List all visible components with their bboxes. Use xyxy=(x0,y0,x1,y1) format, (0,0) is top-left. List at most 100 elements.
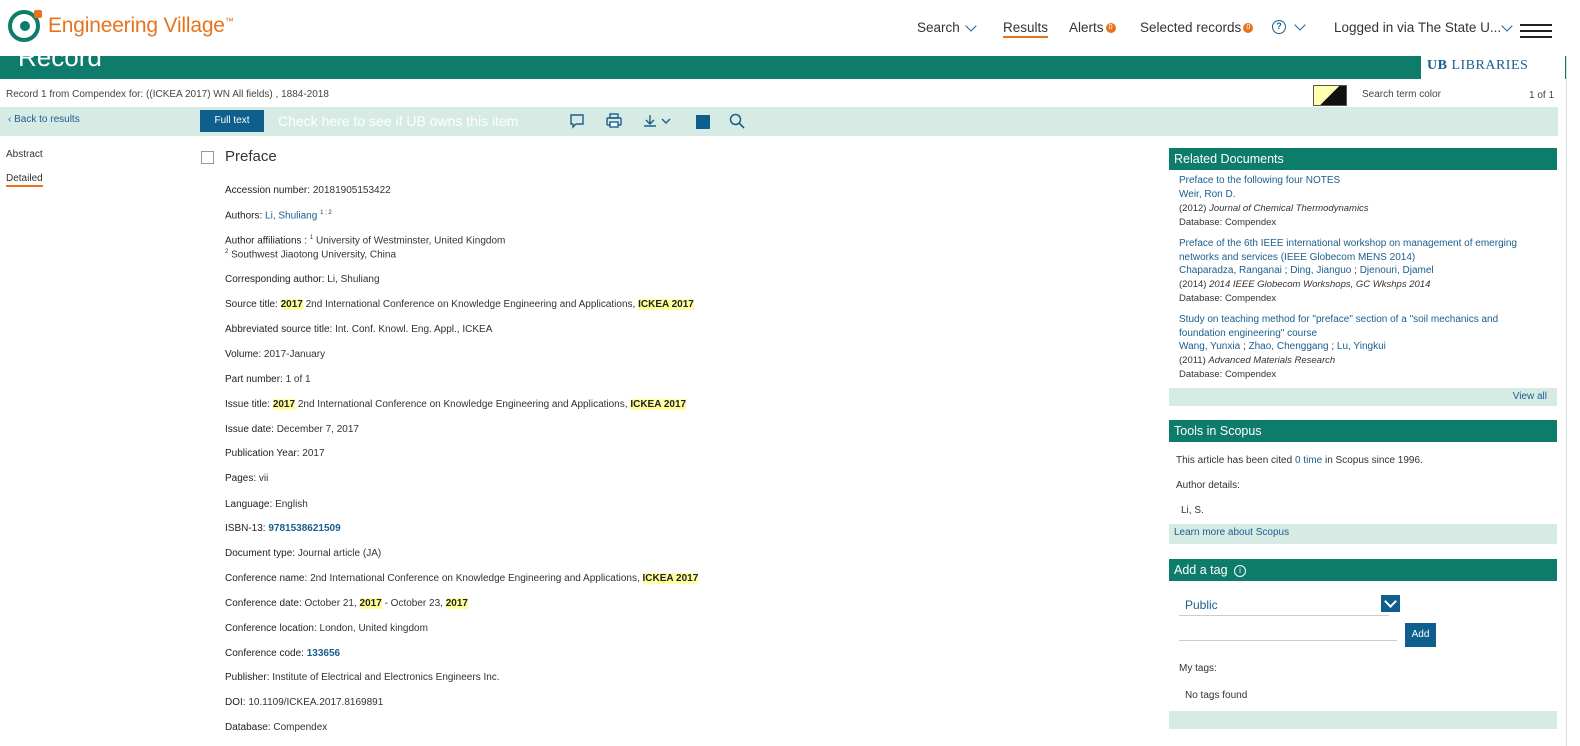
nav-selected-records[interactable]: Selected records 0 xyxy=(1140,20,1254,35)
conference-code-link[interactable]: 133656 xyxy=(307,648,340,659)
related-doc-authors: Chaparadza, Ranganai ; Ding, Jianguo ; D… xyxy=(1179,265,1434,276)
related-doc-author[interactable]: Zhao, Chenggang xyxy=(1249,341,1329,352)
record-info: Record 1 from Compendex for: ((ICKEA 201… xyxy=(6,89,329,100)
full-text-button[interactable]: Full text xyxy=(200,110,264,132)
nav-help[interactable]: ? xyxy=(1272,19,1306,34)
conference-code-field: Conference code: 133656 xyxy=(225,648,341,659)
menu-icon[interactable] xyxy=(1520,24,1552,38)
nav-logged-in[interactable]: Logged in via The State U... xyxy=(1334,19,1513,35)
print-icon[interactable] xyxy=(605,112,623,130)
isbn-field: ISBN-13: 9781538621509 xyxy=(225,523,341,534)
record-pager: 1 of 1 xyxy=(1529,90,1555,101)
engineering-village-logo[interactable]: Engineering Village™ xyxy=(8,10,234,42)
publisher-field: Publisher: Institute of Electrical and E… xyxy=(225,672,500,683)
publication-year-field: Publication Year: 2017 xyxy=(225,448,325,459)
related-doc-database: Database: Compendex xyxy=(1179,217,1277,228)
related-documents-footer: View all xyxy=(1169,388,1557,406)
record-toolbar: ‹ Back to results Full text Check here t… xyxy=(0,107,1558,136)
logged-in-label: Logged in via The State U... xyxy=(1334,20,1502,35)
logo-icon xyxy=(8,10,42,42)
doi-field: DOI: 10.1109/ICKEA.2017.8169891 xyxy=(225,697,384,708)
chevron-down-icon xyxy=(1294,19,1306,31)
related-doc-author[interactable]: Lu, Yingkui xyxy=(1337,341,1386,352)
related-doc-author[interactable]: Wang, Yunxia xyxy=(1179,341,1240,352)
tag-footer xyxy=(1169,711,1557,729)
help-icon: ? xyxy=(1272,20,1286,34)
conference-location-field: Conference location: London, United king… xyxy=(225,623,428,634)
save-to-folder-icon[interactable] xyxy=(694,112,712,130)
nav-alerts[interactable]: Alerts 0 xyxy=(1069,20,1116,35)
top-header: Engineering Village™ Search Results Aler… xyxy=(0,0,1580,56)
cited-text: This article has been cited 0 time in Sc… xyxy=(1176,455,1423,466)
pages-field: Pages: vii xyxy=(225,473,269,484)
my-tags-label: My tags: xyxy=(1179,663,1217,674)
related-documents-heading: Related Documents xyxy=(1169,148,1557,170)
nav-search[interactable]: Search xyxy=(917,19,977,35)
related-documents-panel: Related Documents Preface to the followi… xyxy=(1169,148,1557,406)
nav-results-label: Results xyxy=(1003,20,1049,35)
select-record-checkbox[interactable] xyxy=(201,151,214,164)
related-doc-title[interactable]: Study on teaching method for "preface" s… xyxy=(1179,313,1498,327)
ub-libraries-text: LIBRARIES xyxy=(1451,58,1529,73)
cited-count-link[interactable]: 0 time xyxy=(1295,455,1322,466)
issue-title-field: Issue title: 2017 2nd International Conf… xyxy=(225,399,687,410)
scopus-footer: Learn more about Scopus xyxy=(1169,524,1557,544)
conference-name-field: Conference name: 2nd International Confe… xyxy=(225,573,699,584)
record-band: Record UB LIBRARIES xyxy=(0,56,1566,79)
sidebar-item-detailed[interactable]: Detailed xyxy=(6,173,43,187)
view-all-link[interactable]: View all xyxy=(1513,391,1547,402)
related-doc-title[interactable]: Preface of the 6th IEEE international wo… xyxy=(1179,237,1517,251)
scopus-author-link[interactable]: Li, S. xyxy=(1181,505,1204,516)
nav-selected-label: Selected records xyxy=(1140,20,1242,35)
chevron-down-icon[interactable] xyxy=(1381,595,1400,612)
related-doc-authors: Wang, Yunxia ; Zhao, Chenggang ; Lu, Yin… xyxy=(1179,341,1386,352)
add-tag-button[interactable]: Add xyxy=(1405,623,1436,647)
scopus-panel: Tools in Scopus This article has been ci… xyxy=(1169,420,1557,544)
author-link[interactable]: Li, xyxy=(265,210,276,221)
search-icon[interactable] xyxy=(728,112,746,130)
related-doc-author[interactable]: Chaparadza, Ranganai xyxy=(1179,265,1282,276)
corresponding-author-field: Corresponding author: Li, Shuliang xyxy=(225,274,380,285)
tag-visibility-select[interactable]: Public xyxy=(1179,595,1389,616)
search-term-color-swatch[interactable] xyxy=(1313,85,1347,106)
affiliation-2: 2 Southwest Jiaotong University, China xyxy=(225,249,397,261)
learn-more-scopus-link[interactable]: Learn more about Scopus xyxy=(1174,527,1289,538)
related-doc-author[interactable]: Ding, Jianguo xyxy=(1290,265,1351,276)
related-doc-source: (2012) Journal of Chemical Thermodynamic… xyxy=(1179,203,1369,214)
download-icon[interactable] xyxy=(642,112,674,130)
back-to-results-link[interactable]: ‹ Back to results xyxy=(8,114,80,125)
issue-date-field: Issue date: December 7, 2017 xyxy=(225,424,359,435)
source-title-field: Source title: 2017 2nd International Con… xyxy=(225,299,694,310)
database-field: Database: Compendex xyxy=(225,722,328,733)
part-number-field: Part number: 1 of 1 xyxy=(225,374,311,385)
authors-field: Authors: Li, Shuliang 1 ; 2 xyxy=(225,210,332,222)
selected-count-badge: 0 xyxy=(1243,22,1254,33)
chevron-down-icon xyxy=(1501,19,1513,32)
ub-mark: UB xyxy=(1427,58,1448,73)
nav-results[interactable]: Results xyxy=(1003,20,1049,38)
related-doc-title-cont[interactable]: networks and services (IEEE Globecom MEN… xyxy=(1179,251,1415,265)
conference-date-field: Conference date: October 21, 2017 - Octo… xyxy=(225,598,468,609)
isbn-link[interactable]: 9781538621509 xyxy=(268,523,340,534)
related-doc-author[interactable]: Djenouri, Djamel xyxy=(1360,265,1434,276)
band-title: Record xyxy=(18,56,102,72)
related-doc-database: Database: Compendex xyxy=(1179,369,1277,380)
sidebar-item-abstract[interactable]: Abstract xyxy=(6,149,43,160)
related-doc-author[interactable]: Weir, Ron D. xyxy=(1179,189,1236,200)
nav-search-label: Search xyxy=(917,20,960,35)
ub-libraries-logo[interactable]: UB LIBRARIES xyxy=(1421,56,1565,79)
related-doc-title-cont[interactable]: foundation engineering" course xyxy=(1179,327,1317,341)
related-doc-title[interactable]: Preface to the following four NOTES xyxy=(1179,174,1340,188)
info-icon[interactable]: i xyxy=(1234,564,1246,577)
tag-input[interactable] xyxy=(1179,625,1397,641)
ub-owns-link[interactable]: Check here to see if UB owns this item xyxy=(278,113,518,129)
logo-tm: ™ xyxy=(224,16,234,26)
author-link[interactable]: Shuliang xyxy=(278,210,317,221)
related-doc-source: (2011) Advanced Materials Research xyxy=(1179,355,1336,366)
alerts-count-badge: 0 xyxy=(1105,22,1116,33)
related-doc-source: (2014) 2014 IEEE Globecom Workshops, GC … xyxy=(1179,279,1431,290)
scrollbar[interactable] xyxy=(1566,56,1580,746)
comment-icon[interactable] xyxy=(568,112,586,130)
accession-field: Accession number: 20181905153422 xyxy=(225,185,391,196)
logo-text: Engineering Village xyxy=(48,14,225,37)
